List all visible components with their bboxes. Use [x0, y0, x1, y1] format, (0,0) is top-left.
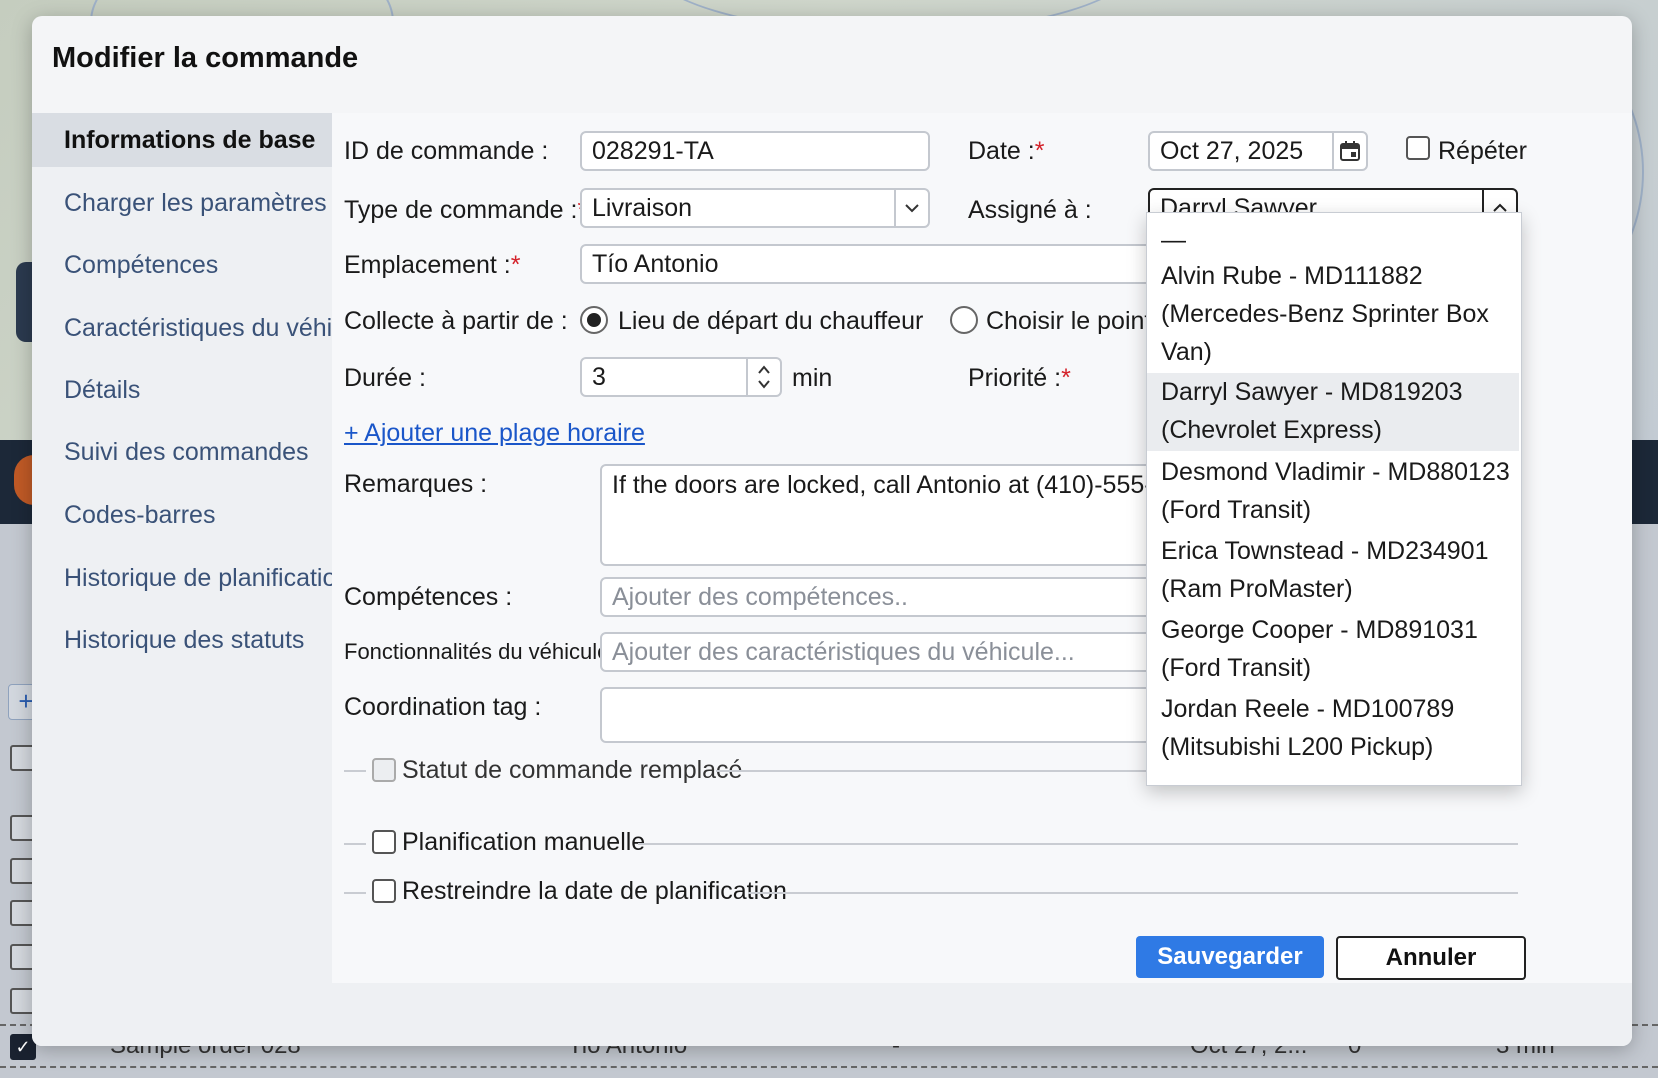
- sidebar-item-skills[interactable]: Compétences: [32, 238, 332, 292]
- order-type-value: Livraison: [592, 194, 693, 222]
- location-input[interactable]: Tío Antonio: [580, 244, 1180, 284]
- duration-label: Durée :: [344, 364, 426, 392]
- option-vehicle: (Ford Transit): [1161, 496, 1312, 524]
- duration-input[interactable]: 3: [580, 357, 782, 397]
- chevron-down-icon[interactable]: [894, 190, 928, 226]
- cancel-button[interactable]: Annuler: [1336, 936, 1526, 980]
- modal-sidebar: Informations de base Charger les paramèt…: [32, 113, 378, 983]
- dropdown-option-selected[interactable]: Darryl Sawyer - MD819203 (Chevrolet Expr…: [1147, 373, 1519, 451]
- save-button[interactable]: Sauvegarder: [1136, 936, 1324, 978]
- sidebar-item-vehicle-features[interactable]: Caractéristiques du véhicule: [32, 301, 378, 355]
- restrict-date-checkbox[interactable]: [372, 879, 396, 903]
- repeat-checkbox[interactable]: [1406, 136, 1430, 160]
- section-divider: [344, 843, 366, 845]
- vehicle-features-label: Fonctionnalités du véhicule :: [344, 639, 622, 664]
- location-label: Emplacement :*: [344, 251, 521, 279]
- section-divider: [716, 770, 1186, 772]
- restrict-date-label: Restreindre la date de planification: [402, 877, 787, 905]
- sidebar-item-order-tracking[interactable]: Suivi des commandes: [32, 425, 332, 479]
- modal-title: Modifier la commande: [52, 42, 359, 74]
- priority-label: Priorité :*: [968, 364, 1071, 392]
- option-name: Desmond Vladimir - MD880123: [1161, 458, 1510, 486]
- option-name: Alvin Rube - MD111882: [1161, 262, 1423, 290]
- option-vehicle: (Chevrolet Express): [1161, 416, 1382, 444]
- skills-input[interactable]: Ajouter des compétences..: [600, 577, 1180, 617]
- calendar-icon[interactable]: [1332, 133, 1366, 169]
- order-type-label: Type de commande :*: [344, 196, 587, 224]
- sidebar-item-planning-history[interactable]: Historique de planification: [32, 551, 350, 605]
- option-vehicle: (Mercedes-Benz Sprinter Box: [1161, 300, 1489, 328]
- duration-value: 3: [592, 363, 606, 391]
- section-divider: [748, 892, 1518, 894]
- dropdown-option[interactable]: George Cooper - MD891031 (Ford Transit): [1147, 611, 1519, 689]
- replaced-status-label: Statut de commande remplacé: [402, 756, 743, 784]
- sidebar-item-status-history[interactable]: Historique des statuts: [32, 613, 332, 667]
- order-type-select[interactable]: Livraison: [580, 188, 930, 228]
- pickup-choose-radio[interactable]: [950, 306, 978, 334]
- option-vehicle: (Mitsubishi L200 Pickup): [1161, 733, 1434, 761]
- add-time-window-link[interactable]: + Ajouter une plage horaire: [344, 419, 645, 448]
- remarks-textarea[interactable]: If the doors are locked, call Antonio at…: [600, 464, 1180, 566]
- sidebar-item-load-params[interactable]: Charger les paramètres: [32, 176, 332, 230]
- dropdown-option-none[interactable]: —: [1161, 221, 1186, 259]
- manual-planning-label: Planification manuelle: [402, 828, 646, 856]
- date-value: Oct 27, 2025: [1160, 137, 1304, 165]
- manual-planning-checkbox[interactable]: [372, 830, 396, 854]
- option-name: Jordan Reele - MD100789: [1161, 695, 1455, 723]
- assigned-to-label: Assigné à :: [968, 196, 1092, 224]
- pickup-from-label: Collecte à partir de :: [344, 307, 568, 335]
- remarks-label: Remarques :: [344, 470, 488, 498]
- replaced-status-checkbox[interactable]: [372, 758, 396, 782]
- sidebar-item-basic-info[interactable]: Informations de base: [32, 113, 332, 167]
- option-vehicle: (Ram ProMaster): [1161, 575, 1353, 603]
- dropdown-option[interactable]: Desmond Vladimir - MD880123 (Ford Transi…: [1147, 453, 1519, 531]
- section-divider: [344, 892, 366, 894]
- coordination-tag-input[interactable]: [600, 687, 1180, 743]
- row-divider: [0, 1066, 1658, 1068]
- modal-footer: [32, 983, 1632, 1046]
- order-id-label: ID de commande :: [344, 137, 549, 165]
- vehicle-features-input[interactable]: Ajouter des caractéristiques du véhicule…: [600, 632, 1180, 672]
- section-divider: [638, 843, 1518, 845]
- option-name: George Cooper - MD891031: [1161, 616, 1478, 644]
- pickup-choose-label: Choisir le point de: [986, 307, 1146, 335]
- coordination-tag-label: Coordination tag :: [344, 693, 542, 721]
- dropdown-option[interactable]: Alvin Rube - MD111882 (Mercedes-Benz Spr…: [1147, 257, 1519, 373]
- dropdown-option[interactable]: Jordan Reele - MD100789 (Mitsubishi L200…: [1147, 690, 1519, 768]
- option-name: Erica Townstead - MD234901: [1161, 537, 1489, 565]
- duration-unit: min: [792, 364, 833, 392]
- dropdown-option[interactable]: Erica Townstead - MD234901 (Ram ProMaste…: [1147, 532, 1519, 610]
- option-name: Darryl Sawyer - MD819203: [1161, 378, 1463, 406]
- option-vehicle-cont: Van): [1161, 338, 1212, 366]
- date-label: Date :*: [968, 137, 1045, 165]
- pickup-driver-radio[interactable]: [580, 306, 608, 334]
- date-input[interactable]: Oct 27, 2025: [1148, 131, 1368, 171]
- pickup-driver-label: Lieu de départ du chauffeur: [618, 307, 924, 335]
- sidebar-item-details[interactable]: Détails: [32, 363, 332, 417]
- sidebar-item-barcodes[interactable]: Codes-barres: [32, 488, 332, 542]
- repeat-label: Répéter: [1438, 137, 1527, 165]
- skills-label: Compétences :: [344, 583, 513, 611]
- stepper-icon[interactable]: [746, 359, 780, 395]
- order-id-input[interactable]: 028291-TA: [580, 131, 930, 171]
- section-divider: [344, 770, 366, 772]
- assigned-to-dropdown: — Alvin Rube - MD111882 (Mercedes-Benz S…: [1146, 212, 1522, 786]
- option-vehicle: (Ford Transit): [1161, 654, 1312, 682]
